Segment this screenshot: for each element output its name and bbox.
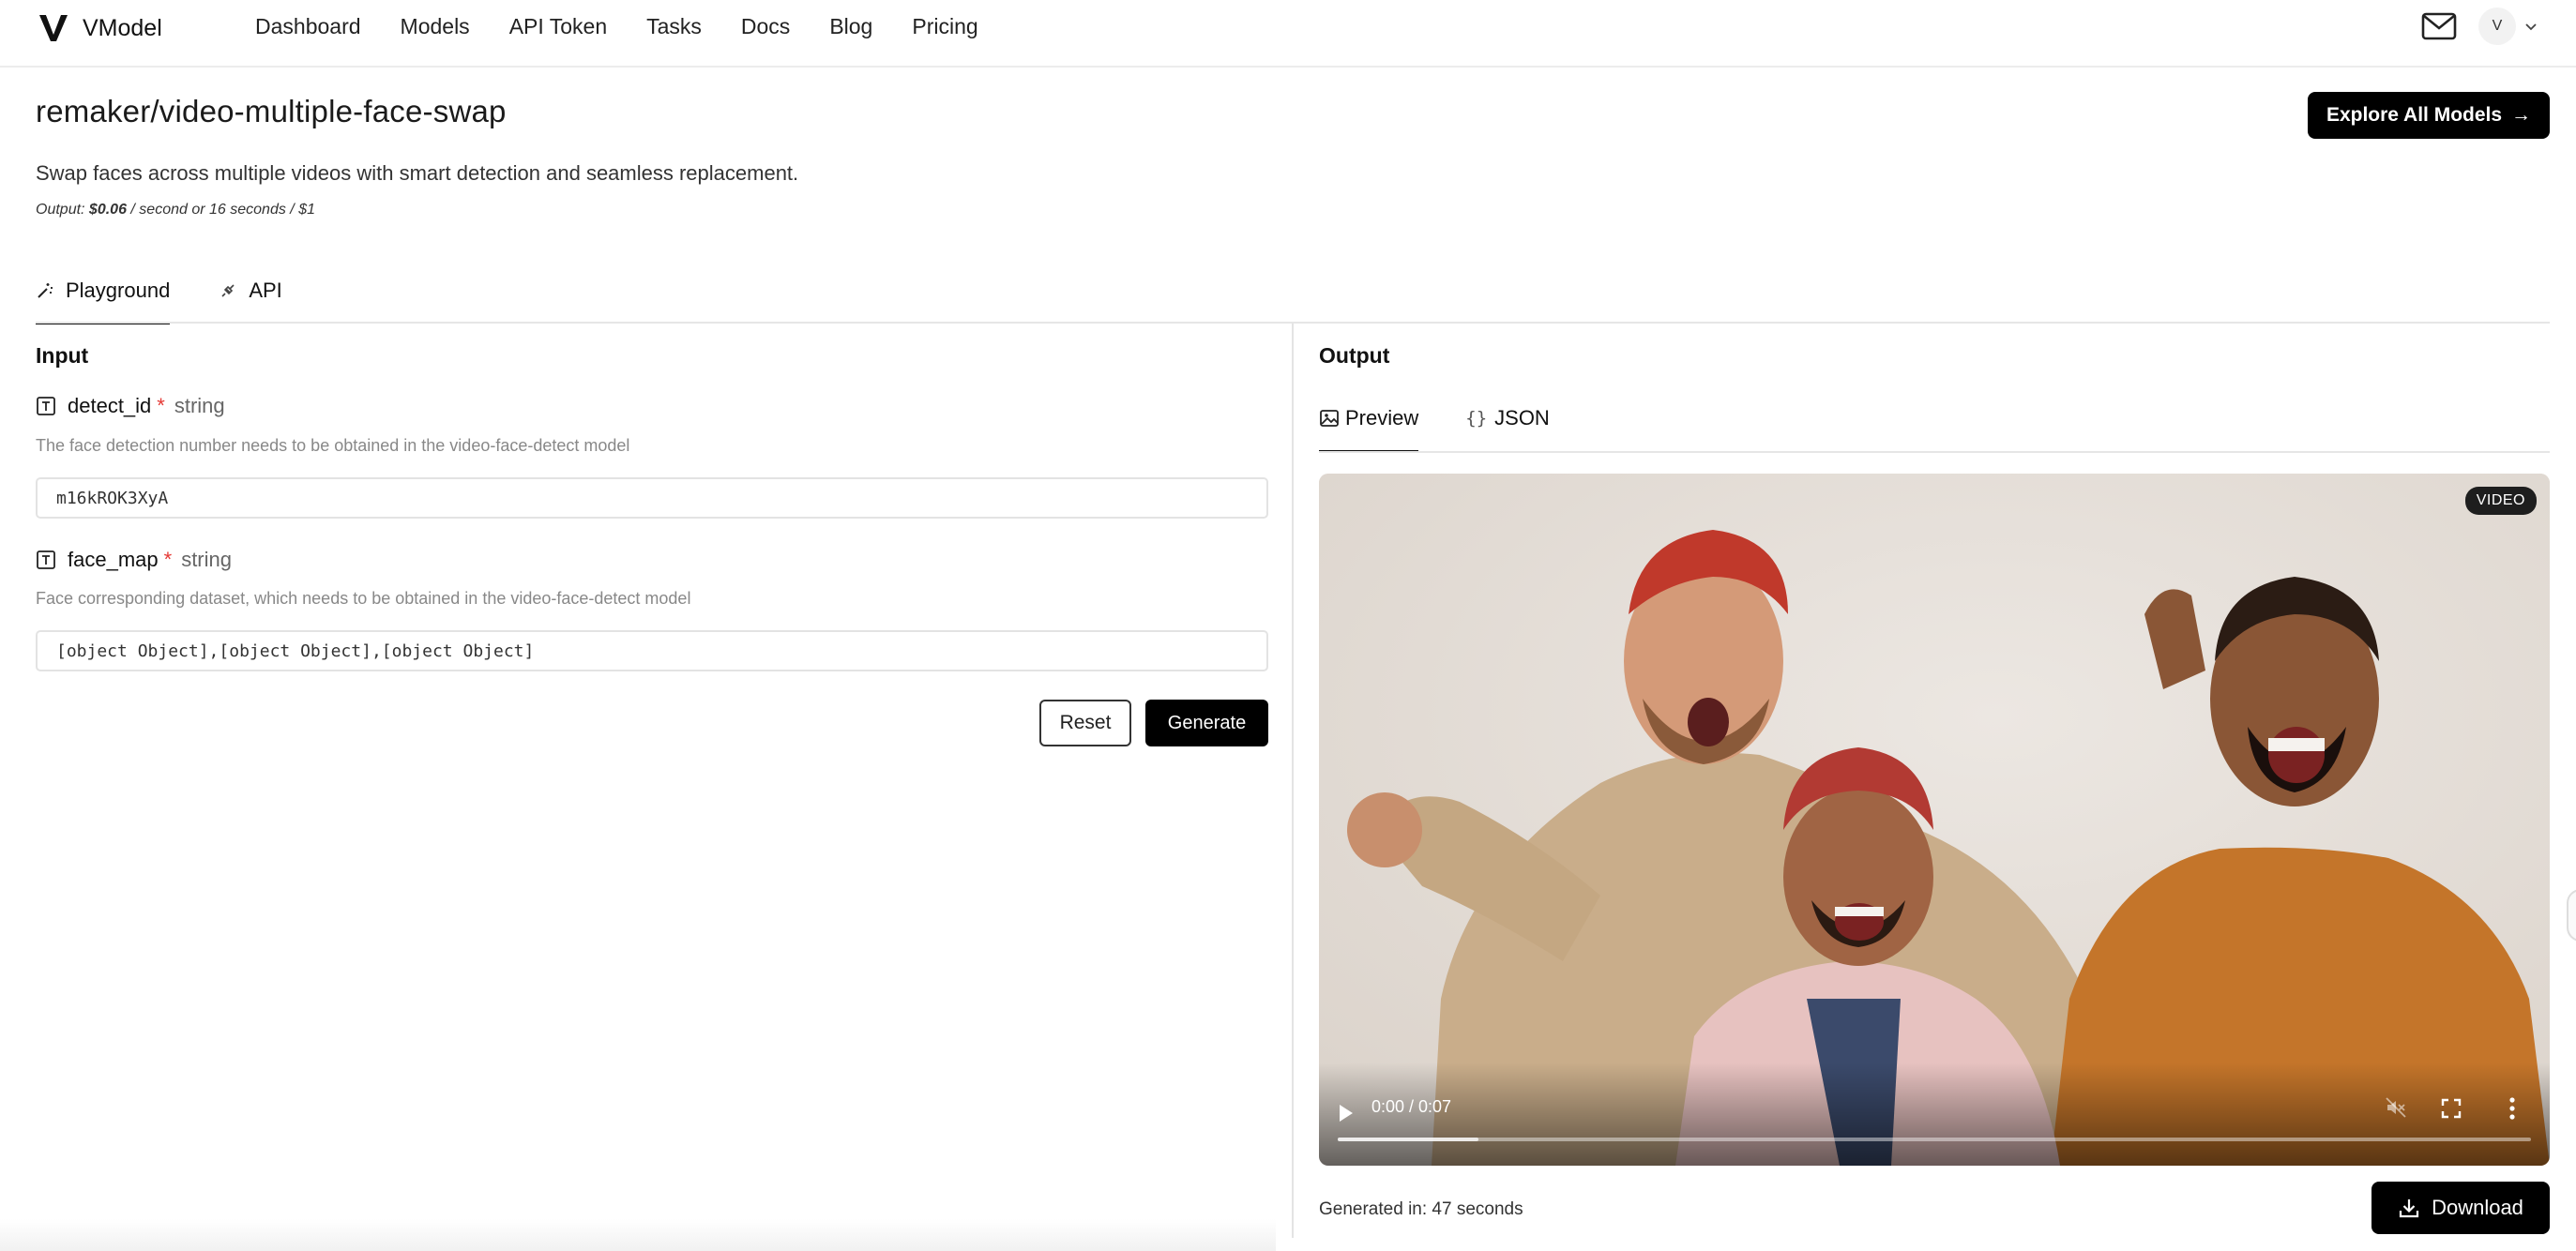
main-nav: Dashboard Models API Token Tasks Docs Bl… (255, 11, 1018, 41)
generate-button[interactable]: Generate (1145, 700, 1268, 746)
more-options-icon[interactable] (2508, 1096, 2516, 1121)
vmodel-logo-icon (39, 15, 68, 41)
arrow-right-icon: → (2511, 104, 2532, 126)
text-field-icon (37, 397, 55, 415)
avatar[interactable]: V (2478, 8, 2516, 45)
tab-json[interactable]: {} JSON (1465, 401, 1550, 435)
field-type: string (181, 548, 232, 571)
price-suffix: / second or 16 seconds / $1 (126, 202, 315, 218)
explore-button-label: Explore All Models (2326, 104, 2503, 126)
text-field-icon (37, 550, 55, 569)
model-description: Swap faces across multiple videos with s… (36, 161, 799, 185)
tab-preview[interactable]: Preview (1319, 401, 1419, 453)
tab-api-label: API (249, 279, 282, 302)
field-help-detect-id: The face detection number needs to be ob… (36, 436, 630, 455)
top-navbar: VModel Dashboard Models API Token Tasks … (0, 0, 2576, 68)
required-marker: * (163, 548, 173, 571)
fullscreen-icon[interactable] (2441, 1098, 2462, 1119)
reset-button[interactable]: Reset (1039, 700, 1131, 746)
nav-docs[interactable]: Docs (741, 11, 790, 41)
page-title: remaker/video-multiple-face-swap (36, 94, 507, 128)
field-label-detect-id: detect_id * string (36, 394, 225, 418)
column-divider (1292, 324, 1294, 1238)
field-name: face_map (68, 548, 159, 571)
download-button[interactable]: Download (2371, 1182, 2550, 1234)
brand-name: VModel (83, 14, 162, 41)
face-map-input[interactable]: [object Object],[object Object],[object … (36, 630, 1268, 671)
tab-json-label: JSON (1494, 406, 1550, 430)
download-icon (2399, 1199, 2419, 1218)
tab-api[interactable]: API (219, 272, 282, 309)
required-marker: * (157, 394, 165, 417)
video-progress-bar[interactable] (1338, 1138, 2531, 1141)
image-icon (1320, 410, 1339, 427)
brand-logo[interactable]: VModel (38, 9, 162, 47)
user-menu[interactable]: V (2478, 8, 2538, 45)
nav-blog[interactable]: Blog (829, 11, 872, 41)
play-icon[interactable] (1332, 1100, 1358, 1126)
muted-icon[interactable] (2385, 1096, 2407, 1119)
bottom-shadow (0, 1219, 1276, 1251)
field-help-face-map: Face corresponding dataset, which needs … (36, 589, 691, 608)
pricing-info: Output: $0.06 / second or 16 seconds / $… (36, 202, 315, 219)
price-prefix: Output: (36, 202, 89, 218)
nav-models[interactable]: Models (401, 11, 470, 41)
input-heading: Input (36, 343, 89, 368)
output-heading: Output (1319, 343, 1390, 368)
nav-tasks[interactable]: Tasks (646, 11, 702, 41)
braces-icon: {} (1465, 408, 1488, 429)
video-badge: VIDEO (2464, 487, 2537, 515)
video-player[interactable]: VIDEO 0:00 / 0:07 (1319, 474, 2550, 1166)
download-label: Download (2432, 1196, 2523, 1219)
output-tabs: Preview {} JSON (1319, 401, 1597, 453)
magic-wand-icon (38, 283, 53, 298)
chevron-down-icon (2525, 23, 2537, 31)
tab-playground[interactable]: Playground (36, 272, 171, 324)
field-label-face-map: face_map * string (36, 548, 232, 572)
side-scroll-handle[interactable] (2567, 889, 2576, 942)
generated-time: Generated in: 47 seconds (1319, 1199, 1523, 1219)
plug-icon (221, 284, 235, 297)
detect-id-input[interactable]: m16kROK3XyA (36, 477, 1268, 519)
field-type: string (174, 394, 225, 417)
mail-icon[interactable] (2420, 11, 2458, 41)
tab-preview-label: Preview (1345, 406, 1419, 430)
price-value: $0.06 (88, 202, 127, 218)
tab-playground-label: Playground (66, 279, 171, 302)
nav-api-token[interactable]: API Token (509, 11, 607, 41)
video-buffered-bar (1338, 1138, 1479, 1141)
video-time: 0:00 / 0:07 (1371, 1097, 1452, 1116)
field-name: detect_id (68, 394, 152, 417)
nav-pricing[interactable]: Pricing (912, 11, 977, 41)
nav-dashboard[interactable]: Dashboard (255, 11, 361, 41)
main-tabs: Playground API (36, 272, 331, 324)
video-controls: 0:00 / 0:07 (1319, 1063, 2550, 1166)
output-tabs-divider (1319, 451, 2550, 453)
explore-all-models-button[interactable]: Explore All Models → (2308, 92, 2550, 139)
